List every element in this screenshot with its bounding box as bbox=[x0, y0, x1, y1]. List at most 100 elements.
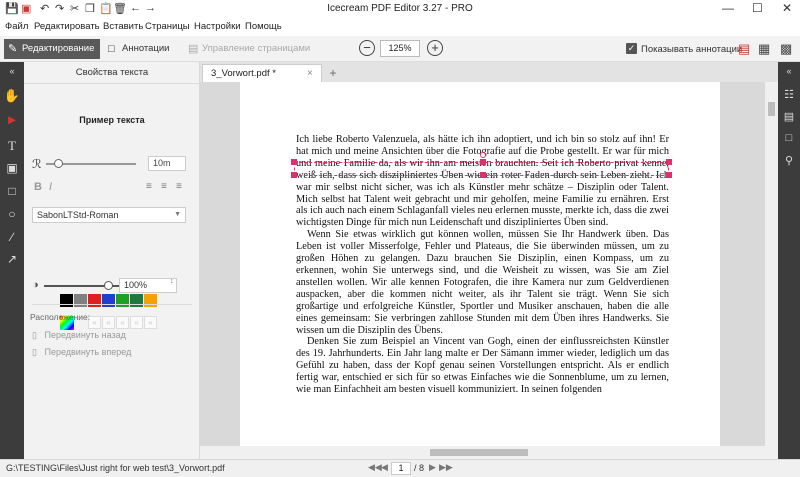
selection-handle[interactable] bbox=[480, 159, 486, 165]
move-forward-icon: ▯ bbox=[32, 347, 37, 357]
paragraph-2[interactable]: Wenn Sie etwas wirklich gut können wolle… bbox=[296, 229, 669, 336]
text-tool-icon[interactable]: T bbox=[0, 138, 24, 154]
line-tool-icon[interactable]: ∕ bbox=[0, 230, 24, 244]
thumbnails-icon[interactable]: ▤ bbox=[778, 110, 800, 123]
divider bbox=[32, 304, 192, 305]
font-size-slider-handle[interactable] bbox=[54, 159, 63, 168]
move-back-label: Передвинуть назад bbox=[44, 330, 126, 340]
font-select[interactable]: SabonLTStd-Roman ▼ bbox=[32, 207, 186, 223]
panel-title: Свойства текста bbox=[24, 62, 200, 84]
collapse-panel-icon[interactable]: « bbox=[0, 66, 24, 76]
last-page-icon[interactable]: ▶▶ bbox=[439, 462, 453, 473]
menu-settings[interactable]: Настройки bbox=[194, 21, 241, 32]
close-window-button[interactable]: ✕ bbox=[782, 1, 792, 15]
prev-page-icon[interactable]: ◀ bbox=[381, 462, 388, 473]
move-forward-label: Передвинуть вперед bbox=[44, 347, 132, 357]
horizontal-scrollbar[interactable] bbox=[200, 446, 765, 459]
two-page-view-icon[interactable]: ▦ bbox=[758, 41, 770, 57]
selection-handle[interactable] bbox=[291, 172, 297, 178]
color-swatch-dark-green[interactable] bbox=[130, 294, 143, 307]
single-page-view-icon[interactable]: ▤ bbox=[738, 41, 750, 57]
menu-insert[interactable]: Вставить bbox=[103, 21, 143, 32]
edit-mode-button[interactable]: ✎ Редактирование bbox=[4, 39, 100, 59]
document-tab[interactable]: 3_Vorwort.pdf * × bbox=[202, 64, 322, 82]
pages-mode-button[interactable]: ▤ Управление страницами bbox=[184, 39, 346, 59]
horizontal-scrollbar-thumb[interactable] bbox=[430, 449, 528, 456]
grid-view-icon[interactable]: ▩ bbox=[780, 41, 792, 57]
title-bar: 💾 ▣ ↶ ↷ ✂ ❐ 📋 🗑 ← → Icecream PDF Editor … bbox=[0, 0, 800, 18]
ellipse-tool-icon[interactable]: ○ bbox=[0, 207, 24, 221]
selection-handle[interactable] bbox=[480, 172, 486, 178]
rectangle-tool-icon[interactable]: □ bbox=[0, 184, 24, 198]
align-left-icon[interactable]: ≡ bbox=[146, 181, 152, 192]
zoom-out-button[interactable]: − bbox=[359, 40, 375, 56]
annotations-mode-label: Аннотации bbox=[122, 43, 170, 54]
rotate-handle[interactable] bbox=[480, 152, 486, 158]
text-sample: Пример текста bbox=[79, 115, 145, 125]
comments-icon[interactable]: □ bbox=[778, 132, 800, 144]
move-forward-button[interactable]: ▯ Передвинуть вперед bbox=[32, 347, 131, 358]
first-page-icon[interactable]: ◀◀ bbox=[368, 462, 382, 473]
document-viewport[interactable]: Ich liebe Roberto Valenzuela, als hätte … bbox=[200, 82, 778, 459]
recent-color-4[interactable]: « bbox=[130, 316, 143, 329]
zoom-in-button[interactable]: + bbox=[427, 40, 443, 56]
page-number-field[interactable]: 1 bbox=[391, 462, 411, 475]
align-center-icon[interactable]: ≡ bbox=[161, 181, 167, 192]
selection-handle[interactable] bbox=[666, 172, 672, 178]
move-back-button[interactable]: ▯ Передвинуть назад bbox=[32, 330, 126, 341]
menu-help[interactable]: Помощь bbox=[245, 21, 282, 32]
font-select-value: SabonLTStd-Roman bbox=[37, 210, 119, 220]
arrow-tool-icon[interactable]: ↗ bbox=[0, 252, 24, 266]
recent-color-5[interactable]: « bbox=[144, 316, 157, 329]
menu-bar: Файл Редактировать Вставить Страницы Нас… bbox=[0, 18, 800, 36]
selection-handle[interactable] bbox=[666, 159, 672, 165]
color-swatch-red[interactable] bbox=[88, 294, 101, 307]
pdf-page[interactable]: Ich liebe Roberto Valenzuela, als hätte … bbox=[240, 82, 720, 459]
text-properties-panel: Свойства текста Пример текста ℛ 10m B I … bbox=[24, 62, 200, 459]
font-size-icon: ℛ bbox=[32, 157, 42, 171]
italic-button[interactable]: I bbox=[49, 181, 52, 193]
bold-button[interactable]: B bbox=[34, 181, 42, 193]
opacity-spin-icon[interactable]: ↕ bbox=[170, 278, 174, 285]
align-right-icon[interactable]: ≡ bbox=[176, 181, 182, 192]
vertical-scrollbar-thumb[interactable] bbox=[768, 102, 775, 116]
search-icon[interactable]: ⚲ bbox=[778, 154, 800, 167]
expand-panel-icon[interactable]: « bbox=[778, 66, 800, 76]
zoom-level-field[interactable]: 125% bbox=[380, 40, 420, 57]
hand-tool-icon[interactable]: ✋ bbox=[0, 88, 24, 104]
color-swatch-green[interactable] bbox=[116, 294, 129, 307]
selection-handle[interactable] bbox=[291, 159, 297, 165]
arrange-label: Расположение: bbox=[30, 312, 91, 322]
next-page-icon[interactable]: ▶ bbox=[429, 462, 436, 473]
minimize-button[interactable]: — bbox=[722, 1, 734, 15]
color-swatch-gray[interactable] bbox=[74, 294, 87, 307]
font-size-field[interactable]: 10m bbox=[148, 156, 186, 171]
annotations-mode-button[interactable]: □ Аннотации bbox=[104, 39, 178, 59]
edit-mode-label: Редактирование bbox=[22, 43, 95, 54]
close-tab-icon[interactable]: × bbox=[307, 65, 313, 83]
menu-file[interactable]: Файл bbox=[5, 21, 28, 32]
menu-pages[interactable]: Страницы bbox=[145, 21, 190, 32]
show-annotations-checkbox[interactable]: ✓ bbox=[626, 43, 637, 54]
recent-color-2[interactable]: « bbox=[102, 316, 115, 329]
new-tab-button[interactable]: + bbox=[324, 64, 342, 82]
pencil-icon: ✎ bbox=[8, 43, 18, 55]
color-swatch-black[interactable] bbox=[60, 294, 73, 307]
opacity-slider-handle[interactable] bbox=[104, 281, 113, 290]
color-swatch-orange[interactable] bbox=[144, 294, 157, 307]
image-tool-icon[interactable]: ▣ bbox=[0, 161, 24, 175]
recent-color-3[interactable]: « bbox=[116, 316, 129, 329]
paragraph-1[interactable]: Ich liebe Roberto Valenzuela, als hätte … bbox=[296, 134, 669, 229]
maximize-button[interactable]: ☐ bbox=[752, 1, 763, 15]
paragraph-3[interactable]: Denken Sie zum Beispiel an Vincent van G… bbox=[296, 336, 669, 396]
right-toolbar: « ☷ ▤ □ ⚲ bbox=[778, 62, 800, 459]
show-annotations-label: Показывать аннотации bbox=[641, 44, 743, 55]
color-swatch-blue[interactable] bbox=[102, 294, 115, 307]
vertical-scrollbar[interactable] bbox=[765, 82, 778, 459]
opacity-field[interactable]: 100% bbox=[119, 278, 177, 293]
select-tool-icon[interactable]: ► bbox=[0, 112, 24, 127]
bookmarks-icon[interactable]: ☷ bbox=[778, 88, 800, 101]
menu-edit[interactable]: Редактировать bbox=[34, 21, 100, 32]
left-toolbar: « ✋ ► T ▣ □ ○ ∕ ↗ bbox=[0, 62, 24, 459]
mode-bar: ✎ Редактирование □ Аннотации ▤ Управлени… bbox=[0, 36, 800, 62]
